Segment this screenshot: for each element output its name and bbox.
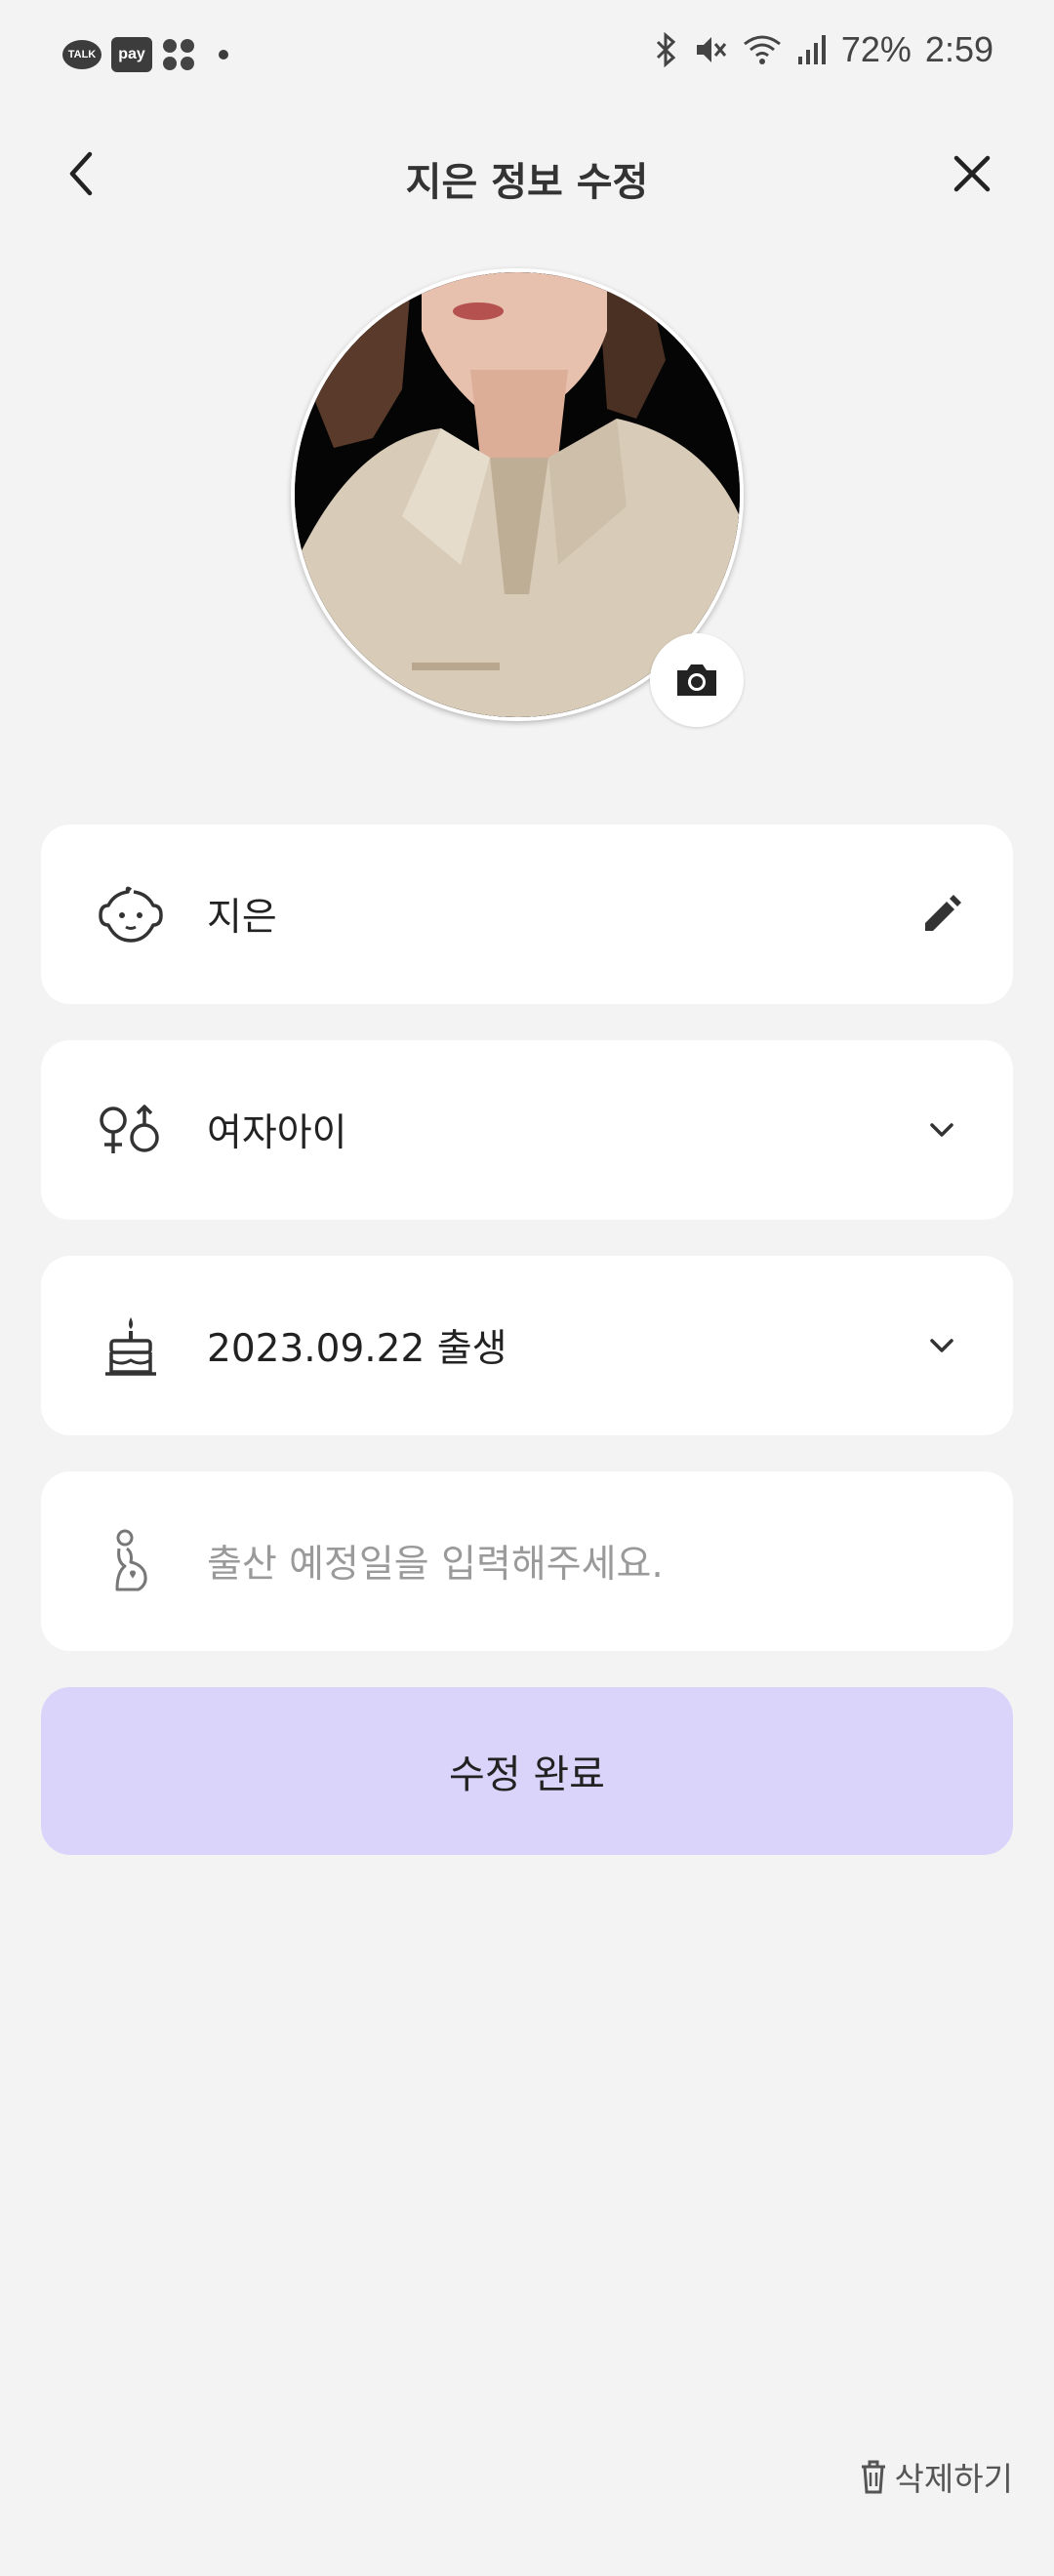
gender-value: 여자아이 [207, 1111, 347, 1155]
gender-select[interactable]: 여자아이 [41, 1040, 1013, 1220]
submit-button[interactable]: 수정 완료 [41, 1687, 1013, 1855]
change-photo-button[interactable] [650, 633, 744, 727]
edit-name-button[interactable] [917, 890, 966, 939]
birthdate-value: 2023.09.22 출생 [207, 1327, 507, 1371]
delete-label: 삭제하기 [894, 2460, 1013, 2498]
pencil-icon [925, 895, 961, 931]
birthdate-select[interactable]: 2023.09.22 출생 [41, 1256, 1013, 1435]
pay-icon: pay [111, 37, 152, 72]
birthdate-dropdown-toggle[interactable] [917, 1321, 966, 1370]
chevron-down-icon [930, 1339, 953, 1352]
header: 지은 정보 수정 [0, 127, 1054, 221]
mute-icon [696, 37, 727, 62]
notification-dot-icon [219, 50, 228, 60]
status-bar: TALK pay 72% 2:59 [0, 0, 1054, 113]
signal-icon [797, 35, 826, 64]
delete-button[interactable]: 삭제하기 [860, 2453, 1013, 2500]
due-date-field[interactable]: 출산 예정일을 입력해주세요. [41, 1471, 1013, 1651]
gender-icon [94, 1093, 168, 1167]
page-title: 지은 정보 수정 [405, 160, 649, 205]
wifi-icon [743, 35, 781, 64]
close-icon [953, 155, 991, 192]
close-button[interactable] [945, 146, 999, 201]
pregnant-icon [94, 1524, 168, 1598]
camera-icon [677, 664, 716, 696]
trash-icon [861, 2460, 885, 2494]
chevron-down-icon [930, 1123, 953, 1137]
gender-dropdown-toggle[interactable] [917, 1106, 966, 1154]
profile-photo-section [291, 268, 744, 727]
kakaotalk-icon: TALK [62, 40, 101, 69]
baby-face-icon [94, 877, 168, 951]
name-value: 지은 [207, 896, 277, 940]
status-bar-system: 72% 2:59 [654, 29, 993, 70]
status-bar-notifications: TALK pay [62, 37, 228, 72]
due-date-placeholder: 출산 예정일을 입력해주세요. [207, 1543, 664, 1587]
cake-icon [94, 1308, 168, 1383]
bluetooth-icon [656, 32, 676, 67]
talk-label: TALK [67, 49, 97, 60]
battery-level: 72% [840, 29, 912, 69]
apps-grid-icon [163, 39, 194, 70]
clock: 2:59 [924, 29, 993, 69]
name-field[interactable]: 지은 [41, 825, 1013, 1004]
pay-label: pay [118, 46, 145, 62]
